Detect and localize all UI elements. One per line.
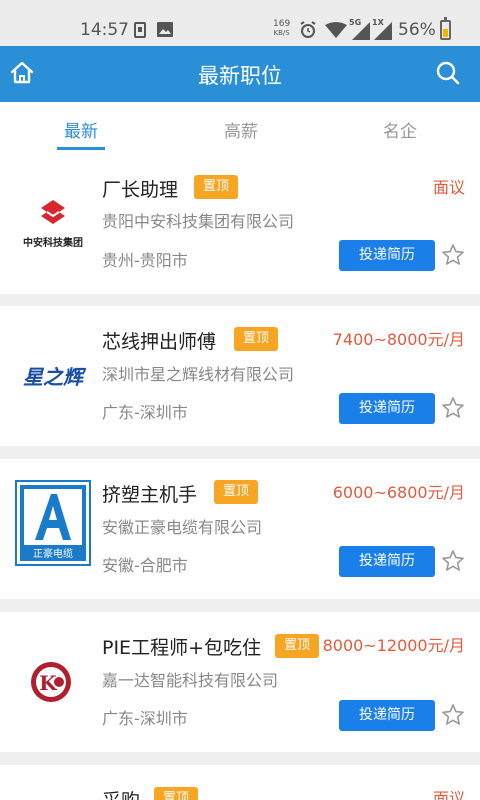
logo-text: 中安科技集团 (23, 236, 83, 249)
top-badge: 置顶 (154, 787, 199, 800)
salary: 面议 (432, 789, 465, 800)
job-title[interactable]: 芯线押出师傅 (102, 327, 216, 354)
search-icon[interactable] (434, 59, 462, 87)
apply-resume-button[interactable]: 投递简历 (339, 393, 435, 424)
top-badge: 置顶 (275, 634, 320, 658)
company-logo: 星之辉 (15, 338, 91, 414)
battery-icon (440, 17, 451, 40)
tab-latest[interactable]: 最新 (41, 117, 121, 142)
job-location: 贵州-贵阳市 (102, 251, 188, 270)
top-badge: 置顶 (214, 480, 259, 504)
battery-fill (443, 29, 448, 37)
salary: 面议 (432, 178, 465, 197)
sim-5g-label: 5G (349, 18, 362, 27)
tab-indicator (57, 147, 105, 150)
company-logo: K (15, 644, 91, 720)
tab-high-salary[interactable]: 高薪 (201, 117, 281, 142)
net-speed-value: 169 (273, 19, 291, 29)
sim-card-icon (134, 22, 146, 42)
status-bar: 14:57 169 KB/S 5G 1X 56% (0, 0, 480, 46)
company-name[interactable]: 嘉一达智能科技有限公司 (102, 667, 278, 691)
job-title[interactable]: 厂长助理 (102, 175, 178, 202)
company-logo: 中安科技集团 (15, 186, 91, 262)
job-title[interactable]: 采购 (102, 786, 140, 800)
logo-text: 星之辉 (23, 365, 87, 389)
company-name[interactable]: 贵阳中安科技集团有限公司 (102, 208, 294, 232)
job-card[interactable]: 正豪电缆 挤塑主机手 置顶 6000~6800元/月 安徽正豪电缆有限公司 安徽… (0, 459, 480, 599)
salary: 7400~8000元/月 (332, 330, 465, 349)
job-card[interactable]: 采购 置顶 面议 (0, 765, 480, 800)
company-logo: 正豪电缆 (15, 480, 91, 566)
salary: 6000~6800元/月 (332, 483, 465, 502)
job-title[interactable]: 挤塑主机手 (102, 480, 197, 507)
apply-resume-button[interactable]: 投递简历 (339, 240, 435, 271)
job-card[interactable]: 星之辉 芯线押出师傅 置顶 7400~8000元/月 深圳市星之辉线材有限公司 … (0, 306, 480, 446)
signal-1x-icon: 1X (372, 18, 392, 44)
job-card[interactable]: K PIE工程师+包吃住 置顶 8000~12000元/月 嘉一达智能科技有限公… (0, 612, 480, 752)
job-location: 广东-深圳市 (102, 403, 188, 422)
favorite-star-icon[interactable] (441, 243, 465, 267)
top-badge: 置顶 (194, 175, 239, 199)
apply-resume-button[interactable]: 投递简历 (339, 546, 435, 577)
company-name[interactable]: 深圳市星之辉线材有限公司 (102, 361, 294, 385)
job-location: 安徽-合肥市 (102, 556, 188, 575)
logo-text: 正豪电缆 (33, 547, 73, 560)
apply-resume-button[interactable]: 投递简历 (339, 700, 435, 731)
salary: 8000~12000元/月 (322, 636, 465, 655)
image-icon (157, 22, 173, 41)
tab-famous-company[interactable]: 名企 (360, 117, 440, 142)
favorite-star-icon[interactable] (441, 703, 465, 727)
job-title[interactable]: PIE工程师+包吃住 (102, 633, 261, 660)
app-header: 最新职位 (0, 46, 480, 102)
signal-5g-icon: 5G (348, 18, 370, 44)
job-location: 广东-深圳市 (102, 709, 188, 728)
wifi-icon (325, 22, 347, 42)
job-card[interactable]: 中安科技集团 厂长助理 置顶 面议 贵阳中安科技集团有限公司 贵州-贵阳市 投递… (0, 154, 480, 294)
battery-percent: 56% (398, 20, 436, 40)
sim-1x-label: 1X (372, 18, 384, 27)
page-title: 最新职位 (198, 64, 282, 88)
tab-bar: 最新 高薪 名企 (0, 102, 480, 154)
network-speed: 169 KB/S (273, 20, 290, 38)
top-badge: 置顶 (234, 327, 279, 351)
alarm-icon (298, 20, 318, 44)
net-speed-unit: KB/S (273, 29, 290, 37)
favorite-star-icon[interactable] (441, 549, 465, 573)
status-time: 14:57 (80, 20, 129, 40)
favorite-star-icon[interactable] (441, 396, 465, 420)
company-name[interactable]: 安徽正豪电缆有限公司 (102, 514, 262, 538)
